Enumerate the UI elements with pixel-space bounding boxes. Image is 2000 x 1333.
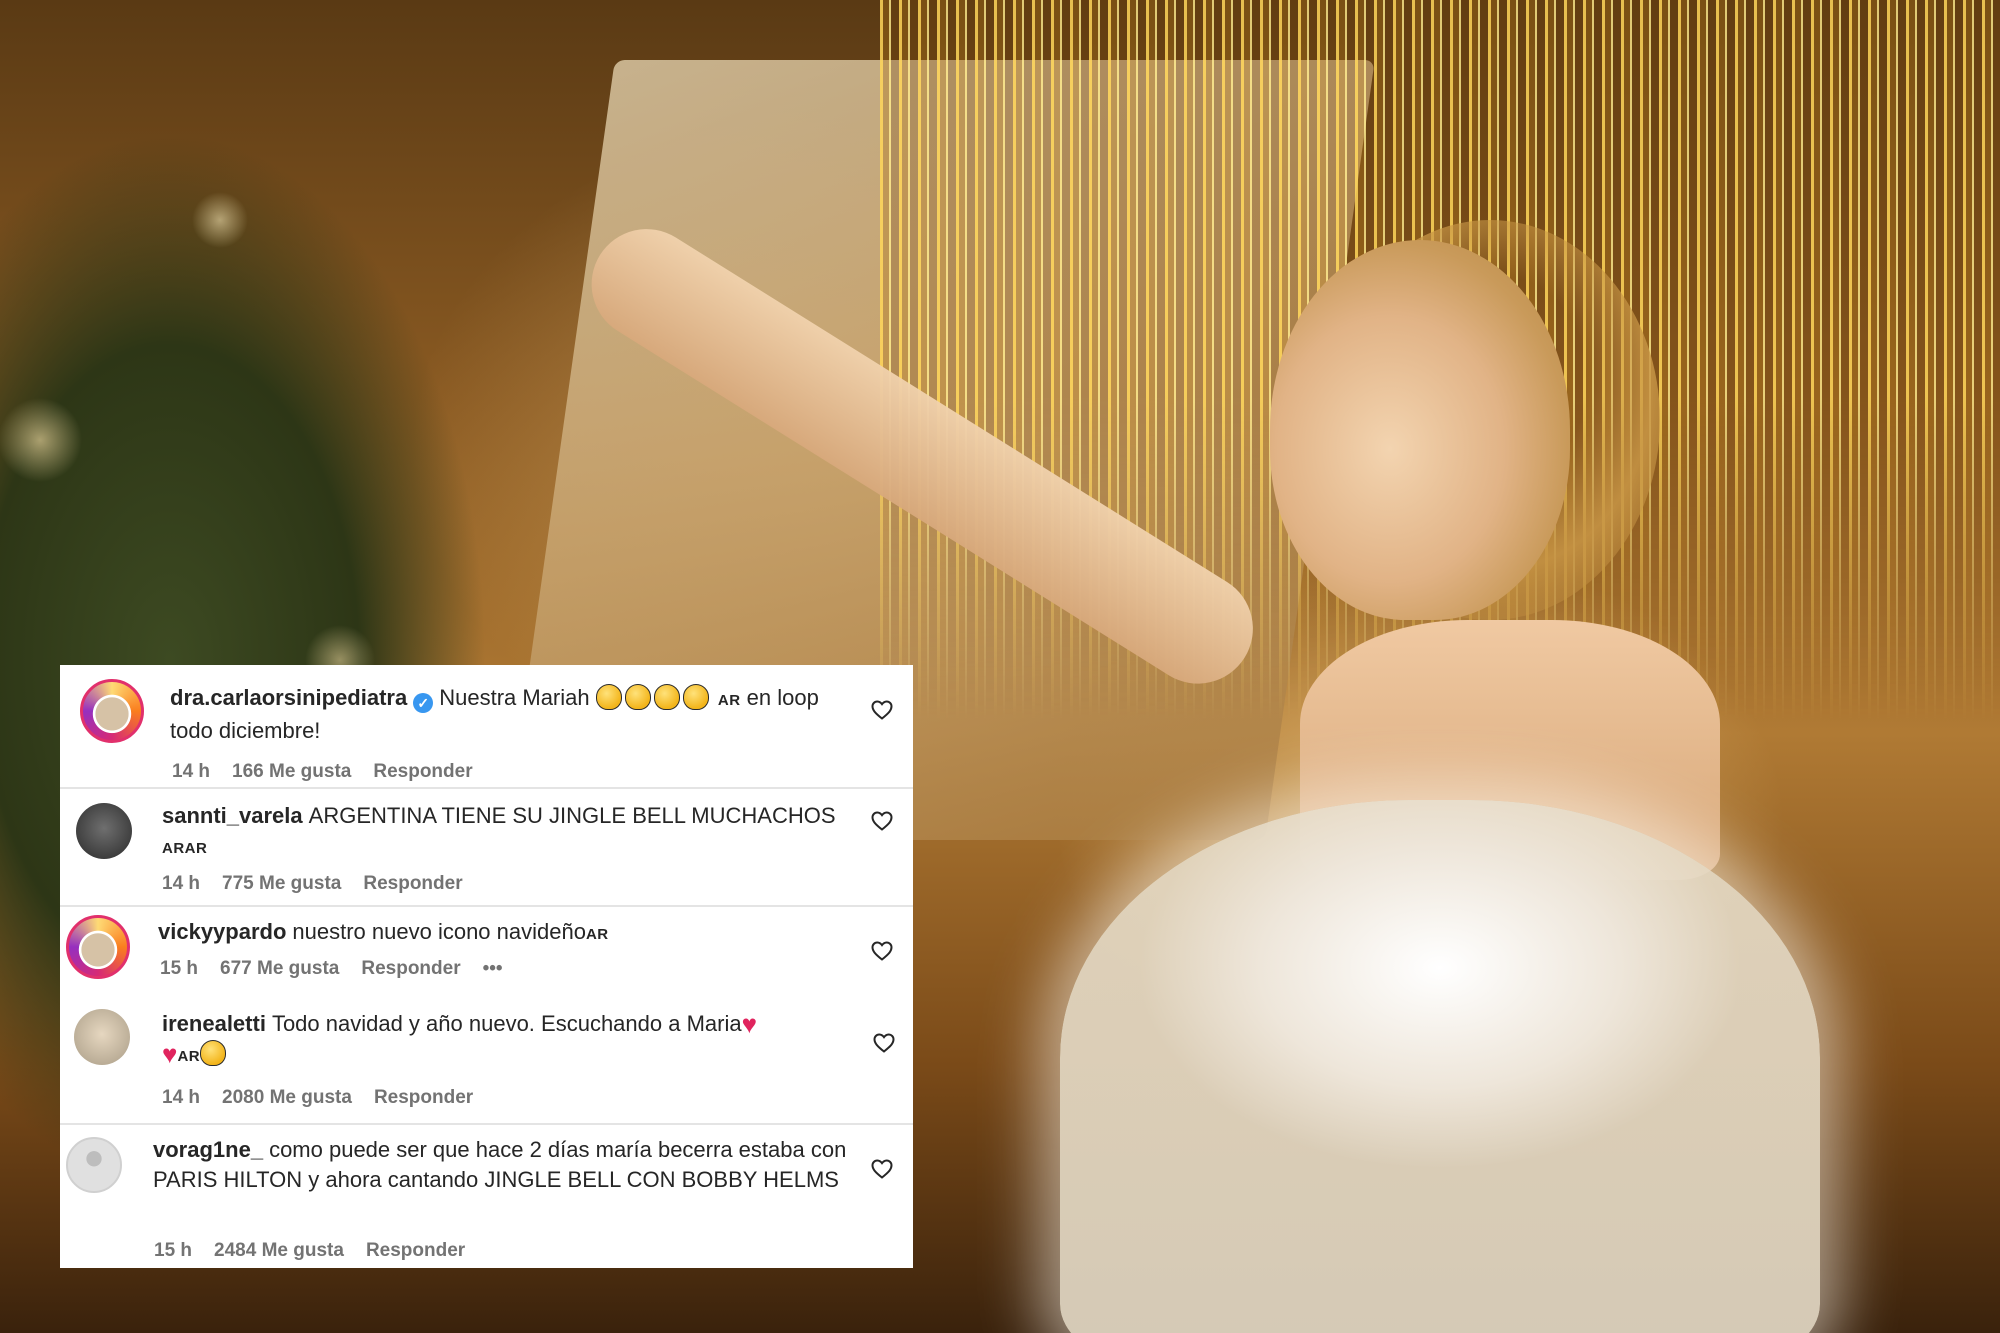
comment-item: dra.carlaorsinipediatra ✓ Nuestra Mariah A… (60, 665, 913, 789)
clap-emoji-icon (595, 684, 622, 710)
avatar[interactable] (76, 803, 132, 859)
comment-body: ARGENTINA TIENE SU JINGLE BELL MUCHACHOS (308, 803, 836, 828)
comment-item: irenealetti Todo navidad y año nuevo. Esc… (60, 999, 913, 1125)
comment-item: vorag1ne_ como puede ser que hace 2 días … (60, 1125, 913, 1268)
avatar[interactable] (66, 915, 130, 979)
reply-button[interactable]: Responder (373, 761, 472, 782)
comment-meta: 15 h 677 Me gusta Responder ••• (160, 958, 525, 980)
comment-meta: 14 h 775 Me gusta Responder (162, 873, 485, 895)
comment-time: 14 h (172, 761, 211, 782)
photo-person-head (1270, 240, 1570, 620)
clap-emoji-icon (682, 684, 709, 710)
clap-emoji-icon (624, 684, 651, 710)
flag-emoji: AR (585, 926, 609, 943)
comment-text: dra.carlaorsinipediatra ✓ Nuestra Mariah A… (170, 683, 850, 746)
comment-item: vickyypardo nuestro nuevo icono navideñoA… (60, 907, 913, 999)
comment-likes[interactable]: 775 Me gusta (222, 873, 341, 894)
comment-time: 15 h (154, 1240, 193, 1261)
avatar[interactable] (74, 1009, 130, 1065)
comment-text: sannti_varela ARGENTINA TIENE SU JINGLE B… (162, 801, 852, 864)
comment-username[interactable]: sannti_varela (162, 803, 303, 828)
comment-text: vickyypardo nuestro nuevo icono navideñoA… (158, 917, 848, 950)
heart-outline-icon[interactable] (872, 1031, 896, 1055)
reply-button[interactable]: Responder (363, 873, 462, 894)
comment-likes[interactable]: 2484 Me gusta (214, 1240, 344, 1261)
comment-likes[interactable]: 2080 Me gusta (222, 1087, 352, 1108)
comment-username[interactable]: irenealetti (162, 1011, 266, 1036)
red-heart-emoji-icon: ♥ (162, 1039, 178, 1069)
clap-emoji-icon (200, 1040, 227, 1066)
clap-emoji-icon (653, 684, 680, 710)
heart-outline-icon[interactable] (870, 939, 894, 963)
comment-likes[interactable]: 677 Me gusta (220, 958, 339, 979)
comment-username[interactable]: vorag1ne_ (153, 1137, 263, 1162)
comment-body: Todo navidad y año nuevo. Escuchando a M… (271, 1011, 742, 1036)
reply-button[interactable]: Responder (374, 1087, 473, 1108)
avatar[interactable] (66, 1137, 122, 1193)
comment-time: 14 h (162, 1087, 201, 1108)
avatar[interactable] (80, 679, 144, 743)
comment-likes[interactable]: 166 Me gusta (232, 761, 351, 782)
comment-text: vorag1ne_ como puede ser que hace 2 días … (153, 1135, 853, 1195)
comment-username[interactable]: dra.carlaorsinipediatra (170, 685, 407, 710)
red-heart-emoji-icon: ♥ (741, 1009, 758, 1039)
photo-feather-dress (1060, 800, 1820, 1333)
reply-button[interactable]: Responder (361, 958, 460, 979)
heart-outline-icon[interactable] (870, 1157, 894, 1181)
comment-meta: 14 h 166 Me gusta Responder (172, 761, 495, 783)
comments-panel: dra.carlaorsinipediatra ✓ Nuestra Mariah A… (60, 665, 913, 1268)
verified-badge-icon: ✓ (413, 693, 434, 713)
comment-meta: 14 h 2080 Me gusta Responder (162, 1087, 495, 1109)
comment-username[interactable]: vickyypardo (158, 919, 286, 944)
comment-item: sannti_varela ARGENTINA TIENE SU JINGLE B… (60, 789, 913, 907)
comment-meta: 15 h 2484 Me gusta Responder (154, 1240, 487, 1262)
comment-time: 15 h (160, 958, 199, 979)
comment-text: irenealetti Todo navidad y año nuevo. Esc… (162, 1009, 862, 1072)
comment-time: 14 h (162, 873, 201, 894)
flag-emoji: ARAR (162, 840, 208, 857)
comment-body: Nuestra Mariah (439, 685, 590, 710)
flag-emoji: AR (177, 1048, 201, 1065)
heart-outline-icon[interactable] (870, 809, 894, 833)
flag-emoji: AR (717, 692, 741, 709)
comment-body: nuestro nuevo icono navideño (292, 919, 586, 944)
more-dots-icon[interactable]: ••• (483, 958, 503, 979)
heart-outline-icon[interactable] (870, 698, 894, 722)
reply-button[interactable]: Responder (366, 1240, 465, 1261)
